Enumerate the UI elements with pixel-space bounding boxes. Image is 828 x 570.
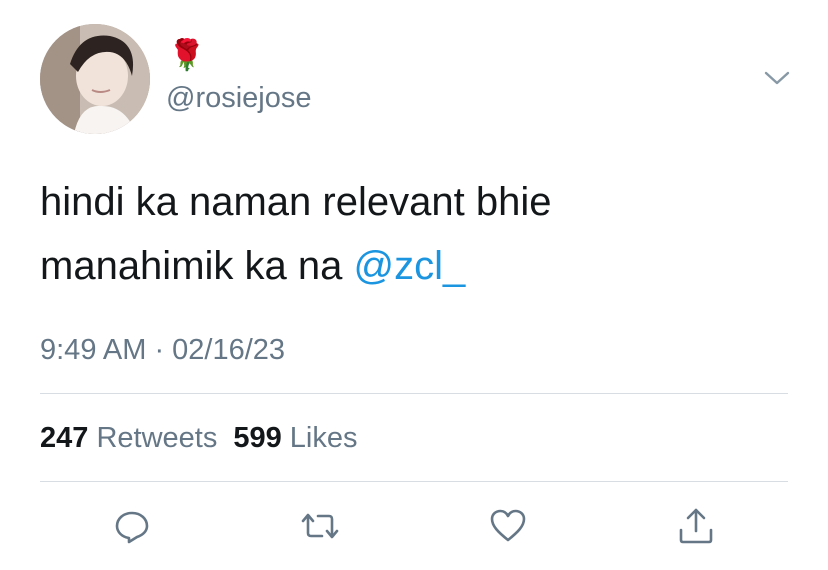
divider: [40, 393, 788, 394]
likes-count: 599: [233, 422, 282, 454]
retweets-label: Retweets: [96, 422, 218, 454]
tweet-body: hindi ka naman relevant bhie manahimik k…: [40, 180, 552, 288]
heart-icon[interactable]: [488, 506, 528, 546]
tweet-text: hindi ka naman relevant bhie manahimik k…: [40, 170, 780, 298]
mention-link[interactable]: @zcl_: [353, 244, 465, 288]
retweet-icon[interactable]: [300, 506, 340, 546]
share-icon[interactable]: [676, 506, 716, 546]
user-handle[interactable]: @rosiejose: [166, 80, 312, 116]
retweets-count: 247: [40, 422, 89, 454]
action-bar: [0, 500, 828, 550]
likes-label: Likes: [289, 422, 358, 454]
tweet-stats: 247 Retweets 599 Likes: [40, 420, 374, 456]
likes-stat[interactable]: 599 Likes: [233, 422, 357, 454]
avatar[interactable]: [40, 24, 150, 134]
reply-icon[interactable]: [112, 506, 152, 546]
chevron-down-icon[interactable]: [764, 68, 790, 88]
display-name: 🌹: [168, 39, 206, 72]
avatar-photo: [40, 24, 150, 134]
divider: [40, 481, 788, 482]
tweet-timestamp[interactable]: 9:49 AM · 02/16/23: [40, 332, 285, 368]
retweets-stat[interactable]: 247 Retweets: [40, 422, 217, 454]
